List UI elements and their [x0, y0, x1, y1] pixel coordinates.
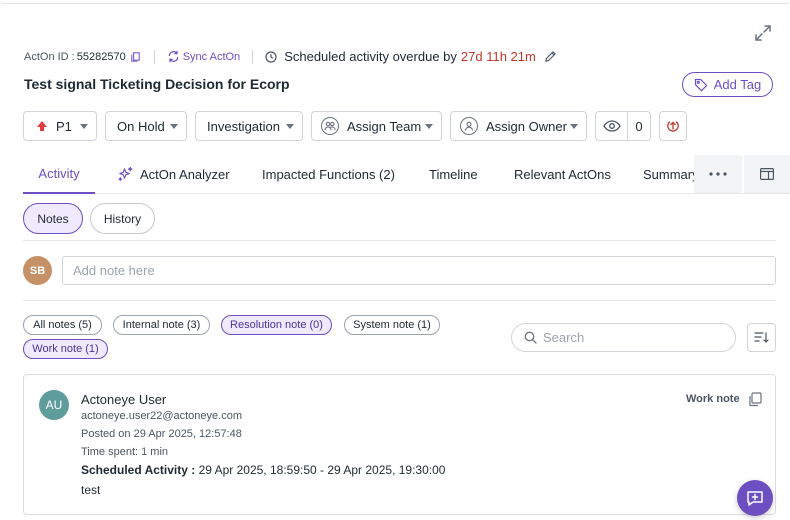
- chip-label: Work note (1): [32, 343, 99, 355]
- expand-icon[interactable]: [754, 24, 772, 42]
- watchers-group: 0: [595, 111, 651, 141]
- chevron-down-icon: [80, 124, 88, 129]
- tab-label: Timeline: [429, 166, 478, 182]
- panel-top-edge: [0, 0, 790, 4]
- assign-owner-dropdown[interactable]: Assign Owner: [450, 111, 587, 141]
- avatar: AU: [39, 390, 69, 420]
- subtab-history[interactable]: History: [90, 203, 155, 234]
- filter-internal-note[interactable]: Internal note (3): [113, 315, 210, 335]
- tab-label: Activity: [38, 166, 80, 181]
- divider: [23, 240, 776, 241]
- sync-label: Sync ActOn: [182, 50, 241, 63]
- add-tag-label: Add Tag: [713, 77, 762, 92]
- meta-row: ActOn ID : 55282570 Sync ActOn Scheduled…: [24, 49, 557, 64]
- overdue-value: 27d 11h 21m: [460, 49, 536, 64]
- tab-label: Relevant ActOns: [514, 166, 611, 182]
- tab-acton-analyzer[interactable]: ActOn Analyzer: [117, 155, 230, 193]
- divider: [153, 49, 155, 64]
- tab-label: Summary: [643, 166, 699, 182]
- sparkle-icon: [118, 166, 133, 181]
- priority-dropdown[interactable]: P1: [23, 111, 97, 141]
- category-value: Investigation: [207, 118, 280, 134]
- tab-activity[interactable]: Activity: [23, 155, 95, 194]
- tab-bar: Activity ActOn Analyzer Impacted Functio…: [23, 155, 790, 194]
- note-time-spent: Time spent: 1 min: [81, 446, 169, 458]
- chip-label: All notes (5): [33, 319, 92, 331]
- more-dots-icon: [709, 172, 727, 176]
- team-icon: [321, 117, 339, 135]
- filter-system-note[interactable]: System note (1): [344, 315, 440, 335]
- chevron-down-icon: [570, 124, 578, 129]
- page-title: Test signal Ticketing Decision for Ecorp: [24, 76, 290, 92]
- category-dropdown[interactable]: Investigation: [195, 111, 303, 141]
- sync-acton-button[interactable]: Sync ActOn: [167, 50, 240, 63]
- tab-label: ActOn Analyzer: [140, 166, 230, 182]
- note-scheduled-activity: Scheduled Activity : 29 Apr 2025, 18:59:…: [81, 463, 445, 477]
- acton-id-label: ActOn ID :: [24, 50, 75, 63]
- subtab-label: History: [103, 211, 142, 226]
- chevron-down-icon: [425, 124, 433, 129]
- escalate-button[interactable]: [659, 111, 687, 141]
- note-author: Actoneye User: [81, 392, 167, 407]
- overdue-text: Scheduled activity overdue by: [284, 49, 457, 64]
- sync-icon: [168, 50, 178, 63]
- note-type-label: Work note: [686, 393, 740, 405]
- assign-team-label: Assign Team: [347, 118, 422, 134]
- filter-resolution-note[interactable]: Resolution note (0): [221, 315, 332, 335]
- edit-pencil-icon[interactable]: [544, 50, 557, 63]
- subtab-notes[interactable]: Notes: [23, 203, 83, 234]
- search-input[interactable]: [543, 330, 723, 345]
- filter-all-notes[interactable]: All notes (5): [23, 315, 102, 335]
- tab-summary[interactable]: Summary: [643, 155, 699, 193]
- escalate-icon: [667, 121, 679, 132]
- priority-value: P1: [56, 118, 72, 134]
- overdue-status: Scheduled activity overdue by 27d 11h 21…: [265, 49, 557, 64]
- copy-icon[interactable]: [748, 392, 762, 407]
- clock-icon: [265, 50, 277, 63]
- status-dropdown[interactable]: On Hold: [105, 111, 187, 141]
- note-author-email: actoneye.user22@actoneye.com: [81, 410, 242, 422]
- priority-up-arrow-icon: [37, 121, 47, 131]
- tab-relevant-actons[interactable]: Relevant ActOns: [514, 155, 611, 193]
- add-tag-button[interactable]: Add Tag: [682, 72, 773, 97]
- watchers-count: 0: [635, 118, 643, 134]
- sort-button[interactable]: [747, 323, 776, 352]
- tab-impacted-functions[interactable]: Impacted Functions (2): [262, 155, 395, 193]
- tab-timeline[interactable]: Timeline: [429, 155, 478, 193]
- scheduled-value: 29 Apr 2025, 18:59:50 - 29 Apr 2025, 19:…: [195, 463, 446, 477]
- chat-plus-icon: [747, 491, 763, 506]
- filter-work-note[interactable]: Work note (1): [23, 339, 108, 359]
- panel-toggle-button[interactable]: [744, 155, 790, 193]
- search-icon: [524, 331, 537, 344]
- avatar: SB: [23, 256, 52, 285]
- eye-icon: [602, 120, 621, 132]
- divider: [252, 49, 254, 64]
- copy-id-icon[interactable]: [129, 50, 142, 63]
- chevron-down-icon: [286, 124, 294, 129]
- status-value: On Hold: [117, 118, 165, 134]
- note-card: AU Actoneye User actoneye.user22@actoney…: [23, 374, 776, 515]
- divider: [23, 300, 776, 301]
- scheduled-label: Scheduled Activity :: [81, 463, 196, 477]
- tab-label: Impacted Functions (2): [262, 166, 395, 182]
- more-tabs-button[interactable]: [694, 155, 742, 193]
- assign-owner-label: Assign Owner: [486, 118, 567, 134]
- user-icon: [460, 117, 478, 135]
- chevron-down-icon: [170, 124, 178, 129]
- chip-label: Resolution note (0): [230, 319, 323, 331]
- add-note-input[interactable]: [62, 256, 776, 285]
- add-note-fab-button[interactable]: [737, 480, 773, 516]
- search-box: [511, 323, 736, 352]
- subtab-label: Notes: [37, 211, 69, 226]
- chip-label: Internal note (3): [122, 319, 201, 331]
- sort-icon: [754, 332, 769, 343]
- panel-icon: [760, 168, 774, 180]
- watch-button[interactable]: [596, 112, 628, 140]
- assign-team-dropdown[interactable]: Assign Team: [311, 111, 442, 141]
- note-posted-date: Posted on 29 Apr 2025, 12:57:48: [81, 428, 242, 440]
- tag-icon: [694, 78, 708, 91]
- acton-id-value: 55282570: [76, 50, 126, 63]
- note-body: test: [81, 483, 101, 497]
- chip-label: System note (1): [353, 319, 431, 331]
